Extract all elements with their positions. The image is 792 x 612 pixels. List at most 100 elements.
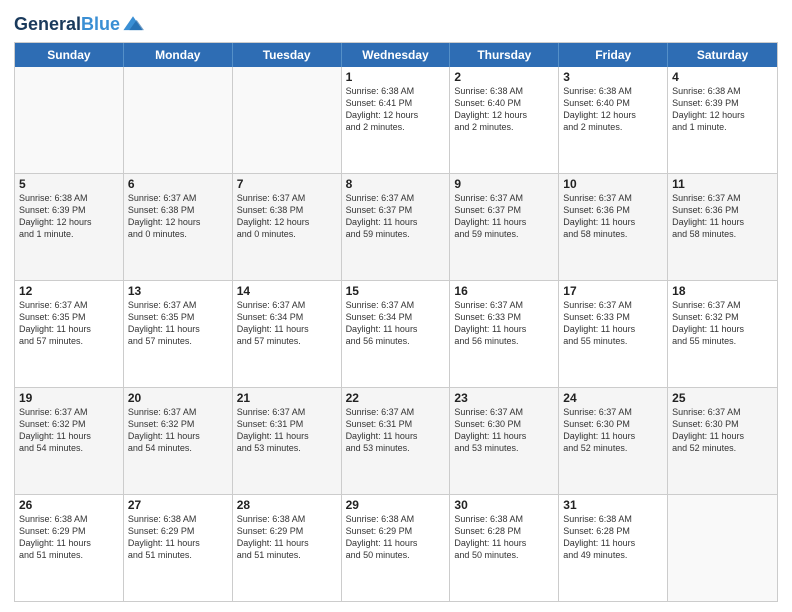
day-info: Sunrise: 6:37 AM Sunset: 6:30 PM Dayligh… xyxy=(454,406,554,455)
day-cell-10: 10Sunrise: 6:37 AM Sunset: 6:36 PM Dayli… xyxy=(559,174,668,280)
logo-text: GeneralBlue xyxy=(14,15,120,35)
day-info: Sunrise: 6:37 AM Sunset: 6:35 PM Dayligh… xyxy=(128,299,228,348)
day-number: 28 xyxy=(237,498,337,512)
day-cell-15: 15Sunrise: 6:37 AM Sunset: 6:34 PM Dayli… xyxy=(342,281,451,387)
day-info: Sunrise: 6:37 AM Sunset: 6:37 PM Dayligh… xyxy=(454,192,554,241)
day-info: Sunrise: 6:38 AM Sunset: 6:40 PM Dayligh… xyxy=(563,85,663,134)
day-cell-23: 23Sunrise: 6:37 AM Sunset: 6:30 PM Dayli… xyxy=(450,388,559,494)
day-info: Sunrise: 6:37 AM Sunset: 6:35 PM Dayligh… xyxy=(19,299,119,348)
header: GeneralBlue xyxy=(14,10,778,36)
day-number: 22 xyxy=(346,391,446,405)
day-info: Sunrise: 6:38 AM Sunset: 6:40 PM Dayligh… xyxy=(454,85,554,134)
day-info: Sunrise: 6:38 AM Sunset: 6:29 PM Dayligh… xyxy=(237,513,337,562)
day-info: Sunrise: 6:38 AM Sunset: 6:29 PM Dayligh… xyxy=(346,513,446,562)
day-info: Sunrise: 6:37 AM Sunset: 6:31 PM Dayligh… xyxy=(346,406,446,455)
day-info: Sunrise: 6:38 AM Sunset: 6:39 PM Dayligh… xyxy=(19,192,119,241)
day-cell-26: 26Sunrise: 6:38 AM Sunset: 6:29 PM Dayli… xyxy=(15,495,124,601)
day-number: 4 xyxy=(672,70,773,84)
day-info: Sunrise: 6:37 AM Sunset: 6:33 PM Dayligh… xyxy=(563,299,663,348)
day-number: 2 xyxy=(454,70,554,84)
day-cell-20: 20Sunrise: 6:37 AM Sunset: 6:32 PM Dayli… xyxy=(124,388,233,494)
page-container: GeneralBlue SundayMondayTuesdayWednesday… xyxy=(0,0,792,612)
day-info: Sunrise: 6:38 AM Sunset: 6:28 PM Dayligh… xyxy=(454,513,554,562)
day-header-saturday: Saturday xyxy=(668,43,777,67)
day-cell-13: 13Sunrise: 6:37 AM Sunset: 6:35 PM Dayli… xyxy=(124,281,233,387)
day-cell-18: 18Sunrise: 6:37 AM Sunset: 6:32 PM Dayli… xyxy=(668,281,777,387)
day-number: 31 xyxy=(563,498,663,512)
day-cell-22: 22Sunrise: 6:37 AM Sunset: 6:31 PM Dayli… xyxy=(342,388,451,494)
day-cell-17: 17Sunrise: 6:37 AM Sunset: 6:33 PM Dayli… xyxy=(559,281,668,387)
day-number: 12 xyxy=(19,284,119,298)
day-number: 26 xyxy=(19,498,119,512)
day-number: 11 xyxy=(672,177,773,191)
day-number: 30 xyxy=(454,498,554,512)
day-number: 14 xyxy=(237,284,337,298)
week-row-1: 1Sunrise: 6:38 AM Sunset: 6:41 PM Daylig… xyxy=(15,67,777,173)
day-number: 17 xyxy=(563,284,663,298)
day-number: 1 xyxy=(346,70,446,84)
day-info: Sunrise: 6:38 AM Sunset: 6:29 PM Dayligh… xyxy=(19,513,119,562)
week-row-5: 26Sunrise: 6:38 AM Sunset: 6:29 PM Dayli… xyxy=(15,494,777,601)
day-info: Sunrise: 6:37 AM Sunset: 6:32 PM Dayligh… xyxy=(672,299,773,348)
day-number: 10 xyxy=(563,177,663,191)
day-info: Sunrise: 6:38 AM Sunset: 6:28 PM Dayligh… xyxy=(563,513,663,562)
day-number: 8 xyxy=(346,177,446,191)
day-cell-8: 8Sunrise: 6:37 AM Sunset: 6:37 PM Daylig… xyxy=(342,174,451,280)
day-info: Sunrise: 6:37 AM Sunset: 6:36 PM Dayligh… xyxy=(563,192,663,241)
day-cell-29: 29Sunrise: 6:38 AM Sunset: 6:29 PM Dayli… xyxy=(342,495,451,601)
day-info: Sunrise: 6:37 AM Sunset: 6:32 PM Dayligh… xyxy=(128,406,228,455)
day-number: 7 xyxy=(237,177,337,191)
day-number: 25 xyxy=(672,391,773,405)
day-info: Sunrise: 6:37 AM Sunset: 6:33 PM Dayligh… xyxy=(454,299,554,348)
day-info: Sunrise: 6:37 AM Sunset: 6:38 PM Dayligh… xyxy=(128,192,228,241)
day-cell-16: 16Sunrise: 6:37 AM Sunset: 6:33 PM Dayli… xyxy=(450,281,559,387)
day-info: Sunrise: 6:38 AM Sunset: 6:29 PM Dayligh… xyxy=(128,513,228,562)
day-number: 13 xyxy=(128,284,228,298)
day-cell-7: 7Sunrise: 6:37 AM Sunset: 6:38 PM Daylig… xyxy=(233,174,342,280)
day-cell-28: 28Sunrise: 6:38 AM Sunset: 6:29 PM Dayli… xyxy=(233,495,342,601)
day-number: 24 xyxy=(563,391,663,405)
day-number: 20 xyxy=(128,391,228,405)
day-cell-5: 5Sunrise: 6:38 AM Sunset: 6:39 PM Daylig… xyxy=(15,174,124,280)
day-cell-1: 1Sunrise: 6:38 AM Sunset: 6:41 PM Daylig… xyxy=(342,67,451,173)
day-number: 16 xyxy=(454,284,554,298)
day-number: 21 xyxy=(237,391,337,405)
day-cell-11: 11Sunrise: 6:37 AM Sunset: 6:36 PM Dayli… xyxy=(668,174,777,280)
day-info: Sunrise: 6:37 AM Sunset: 6:32 PM Dayligh… xyxy=(19,406,119,455)
day-number: 19 xyxy=(19,391,119,405)
day-info: Sunrise: 6:37 AM Sunset: 6:30 PM Dayligh… xyxy=(672,406,773,455)
day-cell-empty xyxy=(233,67,342,173)
day-number: 23 xyxy=(454,391,554,405)
logo: GeneralBlue xyxy=(14,14,144,36)
day-cell-31: 31Sunrise: 6:38 AM Sunset: 6:28 PM Dayli… xyxy=(559,495,668,601)
day-info: Sunrise: 6:37 AM Sunset: 6:34 PM Dayligh… xyxy=(237,299,337,348)
day-cell-14: 14Sunrise: 6:37 AM Sunset: 6:34 PM Dayli… xyxy=(233,281,342,387)
day-header-monday: Monday xyxy=(124,43,233,67)
calendar-body: 1Sunrise: 6:38 AM Sunset: 6:41 PM Daylig… xyxy=(15,67,777,601)
week-row-3: 12Sunrise: 6:37 AM Sunset: 6:35 PM Dayli… xyxy=(15,280,777,387)
day-cell-empty xyxy=(668,495,777,601)
day-cell-9: 9Sunrise: 6:37 AM Sunset: 6:37 PM Daylig… xyxy=(450,174,559,280)
day-cell-24: 24Sunrise: 6:37 AM Sunset: 6:30 PM Dayli… xyxy=(559,388,668,494)
day-cell-4: 4Sunrise: 6:38 AM Sunset: 6:39 PM Daylig… xyxy=(668,67,777,173)
day-info: Sunrise: 6:37 AM Sunset: 6:30 PM Dayligh… xyxy=(563,406,663,455)
day-info: Sunrise: 6:37 AM Sunset: 6:31 PM Dayligh… xyxy=(237,406,337,455)
day-header-tuesday: Tuesday xyxy=(233,43,342,67)
day-cell-21: 21Sunrise: 6:37 AM Sunset: 6:31 PM Dayli… xyxy=(233,388,342,494)
week-row-4: 19Sunrise: 6:37 AM Sunset: 6:32 PM Dayli… xyxy=(15,387,777,494)
day-info: Sunrise: 6:37 AM Sunset: 6:37 PM Dayligh… xyxy=(346,192,446,241)
day-cell-25: 25Sunrise: 6:37 AM Sunset: 6:30 PM Dayli… xyxy=(668,388,777,494)
day-cell-empty xyxy=(124,67,233,173)
day-cell-27: 27Sunrise: 6:38 AM Sunset: 6:29 PM Dayli… xyxy=(124,495,233,601)
day-header-sunday: Sunday xyxy=(15,43,124,67)
day-cell-2: 2Sunrise: 6:38 AM Sunset: 6:40 PM Daylig… xyxy=(450,67,559,173)
day-number: 3 xyxy=(563,70,663,84)
day-info: Sunrise: 6:37 AM Sunset: 6:38 PM Dayligh… xyxy=(237,192,337,241)
day-number: 15 xyxy=(346,284,446,298)
day-number: 29 xyxy=(346,498,446,512)
day-cell-12: 12Sunrise: 6:37 AM Sunset: 6:35 PM Dayli… xyxy=(15,281,124,387)
week-row-2: 5Sunrise: 6:38 AM Sunset: 6:39 PM Daylig… xyxy=(15,173,777,280)
day-header-wednesday: Wednesday xyxy=(342,43,451,67)
day-cell-19: 19Sunrise: 6:37 AM Sunset: 6:32 PM Dayli… xyxy=(15,388,124,494)
logo-icon xyxy=(122,14,144,36)
